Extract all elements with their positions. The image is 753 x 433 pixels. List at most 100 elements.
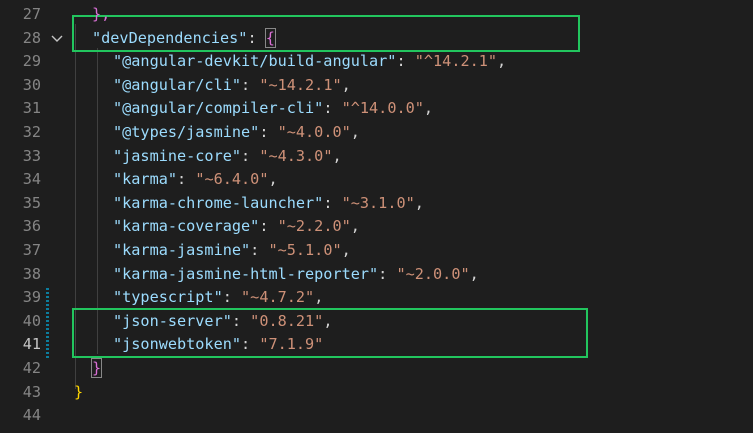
code-text: "@angular-devkit/build-angular": "^14.2.…: [113, 50, 506, 74]
code-line[interactable]: 40 "json-server": "0.8.21",: [0, 310, 753, 334]
brace: }: [74, 382, 84, 401]
punctuation: :: [323, 99, 342, 118]
line-number: 37: [22, 241, 41, 259]
chevron-down-icon[interactable]: [50, 27, 66, 51]
json-key: "@angular-devkit/build-angular": [113, 52, 397, 71]
json-key: "@angular/cli": [113, 75, 242, 94]
punctuation: :: [259, 123, 278, 141]
punctuation: ,: [314, 288, 324, 307]
json-string-value: "7.1.9": [259, 335, 324, 354]
code-text: "karma-coverage": "~2.2.0",: [113, 215, 360, 239]
line-number: 28: [22, 28, 41, 47]
code-line[interactable]: 29 "@angular-devkit/build-angular": "^14.…: [0, 50, 753, 74]
punctuation: ,: [350, 217, 360, 236]
line-number: 34: [22, 170, 41, 189]
code-editor[interactable]: 27}, 28 "devDependencies": {29 "@angular-de…: [0, 0, 753, 433]
punctuation: :: [259, 217, 278, 236]
line-number: 32: [22, 123, 41, 141]
json-key: "typescript": [113, 288, 223, 307]
code-line[interactable]: 35 "karma-chrome-launcher": "~3.1.0",: [0, 192, 753, 216]
code-text: "jsonwebtoken": "7.1.9": [113, 333, 323, 357]
punctuation: :: [231, 311, 251, 330]
json-key: "json-server": [113, 311, 232, 330]
code-line[interactable]: 32 "@types/jasmine": "~4.0.0",: [0, 121, 753, 145]
line-number: 42: [22, 359, 41, 377]
json-string-value: "~4.3.0": [259, 146, 333, 165]
punctuation: ,: [469, 264, 479, 283]
code-text: }: [74, 381, 83, 405]
punctuation: ,: [323, 311, 333, 330]
code-line[interactable]: 34 "karma": "~6.4.0",: [0, 168, 753, 192]
punctuation: ,: [423, 99, 434, 118]
line-number: 27: [22, 5, 41, 23]
code-line[interactable]: 30 "@angular/cli": "~14.2.1",: [0, 74, 753, 98]
brace: },: [92, 5, 111, 23]
punctuation: :: [247, 28, 266, 47]
json-string-value: "~3.1.0": [341, 193, 415, 212]
code-text: "@types/jasmine": "~4.0.0",: [113, 121, 360, 145]
json-key: "@angular/compiler-cli": [113, 99, 324, 118]
code-text: },: [92, 3, 110, 27]
line-number: 43: [22, 382, 41, 401]
code-line[interactable]: 33 "jasmine-core": "~4.3.0",: [0, 145, 753, 169]
code-line[interactable]: 36 "karma-coverage": "~2.2.0",: [0, 215, 753, 239]
json-key: "jsonwebtoken": [113, 335, 242, 354]
json-key: "karma-chrome-launcher": [113, 193, 324, 212]
json-key: "karma-jasmine-html-reporter": [113, 264, 379, 283]
json-string-value: "~6.4.0": [195, 170, 269, 189]
code-text: "typescript": "~4.7.2",: [113, 286, 323, 310]
code-text: "devDependencies": {: [92, 27, 276, 51]
line-number: 36: [22, 217, 41, 236]
code-text: }: [90, 357, 103, 381]
code-line[interactable]: 28 "devDependencies": {: [0, 27, 753, 51]
code-line[interactable]: 31 "@angular/compiler-cli": "^14.0.0",: [0, 97, 753, 121]
json-key: "jasmine-core": [113, 146, 242, 165]
json-string-value: "~4.7.2": [241, 288, 315, 307]
punctuation: :: [241, 146, 260, 165]
code-text: "jasmine-core": "~4.3.0",: [113, 145, 342, 169]
punctuation: ,: [497, 52, 507, 71]
punctuation: :: [378, 264, 397, 283]
punctuation: ,: [341, 75, 351, 94]
punctuation: ,: [350, 123, 360, 141]
punctuation: :: [250, 241, 269, 259]
json-key: "karma": [113, 170, 178, 189]
code-text: "karma-jasmine-html-reporter": "~2.0.0",: [113, 263, 479, 287]
line-number: 29: [22, 52, 41, 71]
json-string-value: "~4.0.0": [277, 123, 351, 141]
json-string-value: "0.8.21": [250, 311, 324, 330]
brace: }: [90, 358, 103, 378]
code-text: "karma": "~6.4.0",: [113, 168, 278, 192]
code-line[interactable]: 41 "jsonwebtoken": "7.1.9": [0, 333, 753, 357]
json-key: "@types/jasmine": [113, 123, 260, 141]
json-string-value: "~14.2.1": [259, 75, 342, 94]
json-key: "karma-jasmine": [113, 241, 251, 259]
json-key: "devDependencies": [92, 28, 248, 47]
punctuation: :: [177, 170, 196, 189]
code-line[interactable]: 44: [0, 404, 753, 428]
line-number: 38: [22, 264, 41, 283]
punctuation: ,: [268, 170, 278, 189]
code-line[interactable]: 27},: [0, 3, 753, 27]
json-string-value: "^14.2.1": [414, 52, 498, 71]
line-number: 31: [22, 99, 41, 118]
json-string-value: "~2.0.0": [396, 264, 470, 283]
code-line[interactable]: 42}: [0, 357, 753, 381]
code-line[interactable]: 38 "karma-jasmine-html-reporter": "~2.0.0…: [0, 263, 753, 287]
code-line[interactable]: 39 "typescript": "~4.7.2",: [0, 286, 753, 310]
punctuation: :: [222, 288, 242, 307]
code-text: "karma-chrome-launcher": "~3.1.0",: [113, 192, 424, 216]
punctuation: ,: [341, 241, 351, 259]
json-string-value: "~5.1.0": [268, 241, 342, 259]
json-string-value: "~2.2.0": [277, 217, 351, 236]
line-number: 40: [22, 311, 41, 330]
line-number: 30: [22, 75, 41, 94]
json-string-value: "^14.0.0": [341, 99, 424, 118]
code-line[interactable]: 37 "karma-jasmine": "~5.1.0",: [0, 239, 753, 263]
punctuation: :: [241, 335, 260, 354]
json-key: "karma-coverage": [113, 217, 260, 236]
line-number: 44: [22, 406, 41, 425]
code-line[interactable]: 43}: [0, 381, 753, 405]
line-number: 33: [22, 146, 41, 165]
punctuation: :: [323, 193, 342, 212]
